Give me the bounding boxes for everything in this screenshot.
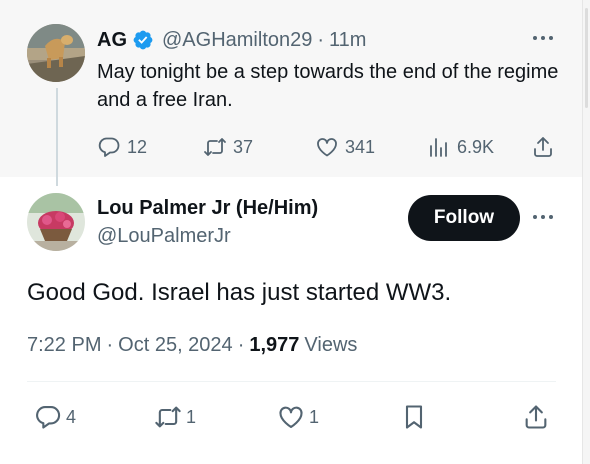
retweet-icon	[204, 138, 226, 156]
share-button[interactable]	[531, 134, 561, 160]
reply-icon	[36, 406, 61, 429]
share-button[interactable]	[522, 400, 554, 434]
author-handle[interactable]: @LouPalmerJr	[97, 225, 231, 248]
views-label: Views	[304, 334, 358, 356]
like-count: 341	[345, 136, 376, 157]
tweet-text: Good God. Israel has just started WW3.	[27, 279, 452, 306]
reply-icon	[98, 137, 120, 157]
scrollbar-thumb[interactable]	[585, 8, 588, 108]
thread-connector-line	[56, 88, 58, 186]
author-name[interactable]: AG	[97, 29, 127, 52]
separator-dot: ·	[317, 28, 325, 51]
verified-badge-icon[interactable]	[132, 29, 154, 51]
retweet-icon	[155, 406, 181, 428]
views-icon	[430, 138, 447, 157]
reply-button[interactable]: 12	[97, 134, 147, 160]
reply-count: 12	[127, 136, 148, 157]
like-icon	[279, 406, 303, 428]
follow-button[interactable]: Follow	[408, 195, 520, 241]
reply-button[interactable]: 4	[34, 400, 76, 434]
like-button[interactable]: 1	[277, 400, 319, 434]
divider	[27, 381, 556, 382]
retweet-button[interactable]: 1	[154, 400, 196, 434]
views-count: 1,977	[249, 334, 300, 356]
tweet-metadata: 7:22 PM · Oct 25, 2024 · 1,977 Views	[27, 331, 357, 359]
share-icon	[534, 137, 552, 157]
more-icon[interactable]	[530, 209, 556, 225]
like-icon	[317, 138, 337, 157]
bookmark-button[interactable]	[400, 400, 432, 434]
separator-dot: ·	[237, 334, 245, 356]
bookmark-icon	[405, 405, 423, 429]
share-icon	[525, 405, 547, 429]
reply-count: 4	[66, 406, 77, 427]
like-button[interactable]: 341	[315, 134, 375, 160]
retweet-count: 1	[186, 406, 197, 427]
retweet-count: 37	[233, 136, 254, 157]
tweet-date[interactable]: Oct 25, 2024	[118, 331, 233, 359]
tweet-text: May tonight be a step towards the end of…	[97, 61, 559, 111]
views-count: 6.9K	[457, 136, 495, 157]
tweet-time[interactable]: 11m	[329, 29, 366, 52]
parent-tweet-header: AG @AGHamilton29 · 11m	[97, 26, 366, 54]
avatar-image	[27, 193, 85, 251]
author-handle[interactable]: @AGHamilton29	[162, 29, 312, 52]
parent-tweet-actions: 12 37 341 6.9K	[97, 134, 567, 160]
separator-dot: ·	[106, 334, 114, 356]
main-tweet-actions: 4 1 1	[27, 400, 556, 434]
avatar[interactable]	[27, 24, 85, 82]
more-icon[interactable]	[530, 30, 556, 46]
author-name[interactable]: Lou Palmer Jr (He/Him)	[97, 197, 318, 220]
retweet-button[interactable]: 37	[203, 134, 253, 160]
avatar[interactable]	[27, 193, 85, 251]
views-button[interactable]: 6.9K	[427, 134, 494, 160]
tweet-time[interactable]: 7:22 PM	[27, 331, 101, 359]
scrollbar[interactable]	[582, 0, 590, 464]
avatar-image	[27, 24, 85, 82]
like-count: 1	[309, 406, 320, 427]
